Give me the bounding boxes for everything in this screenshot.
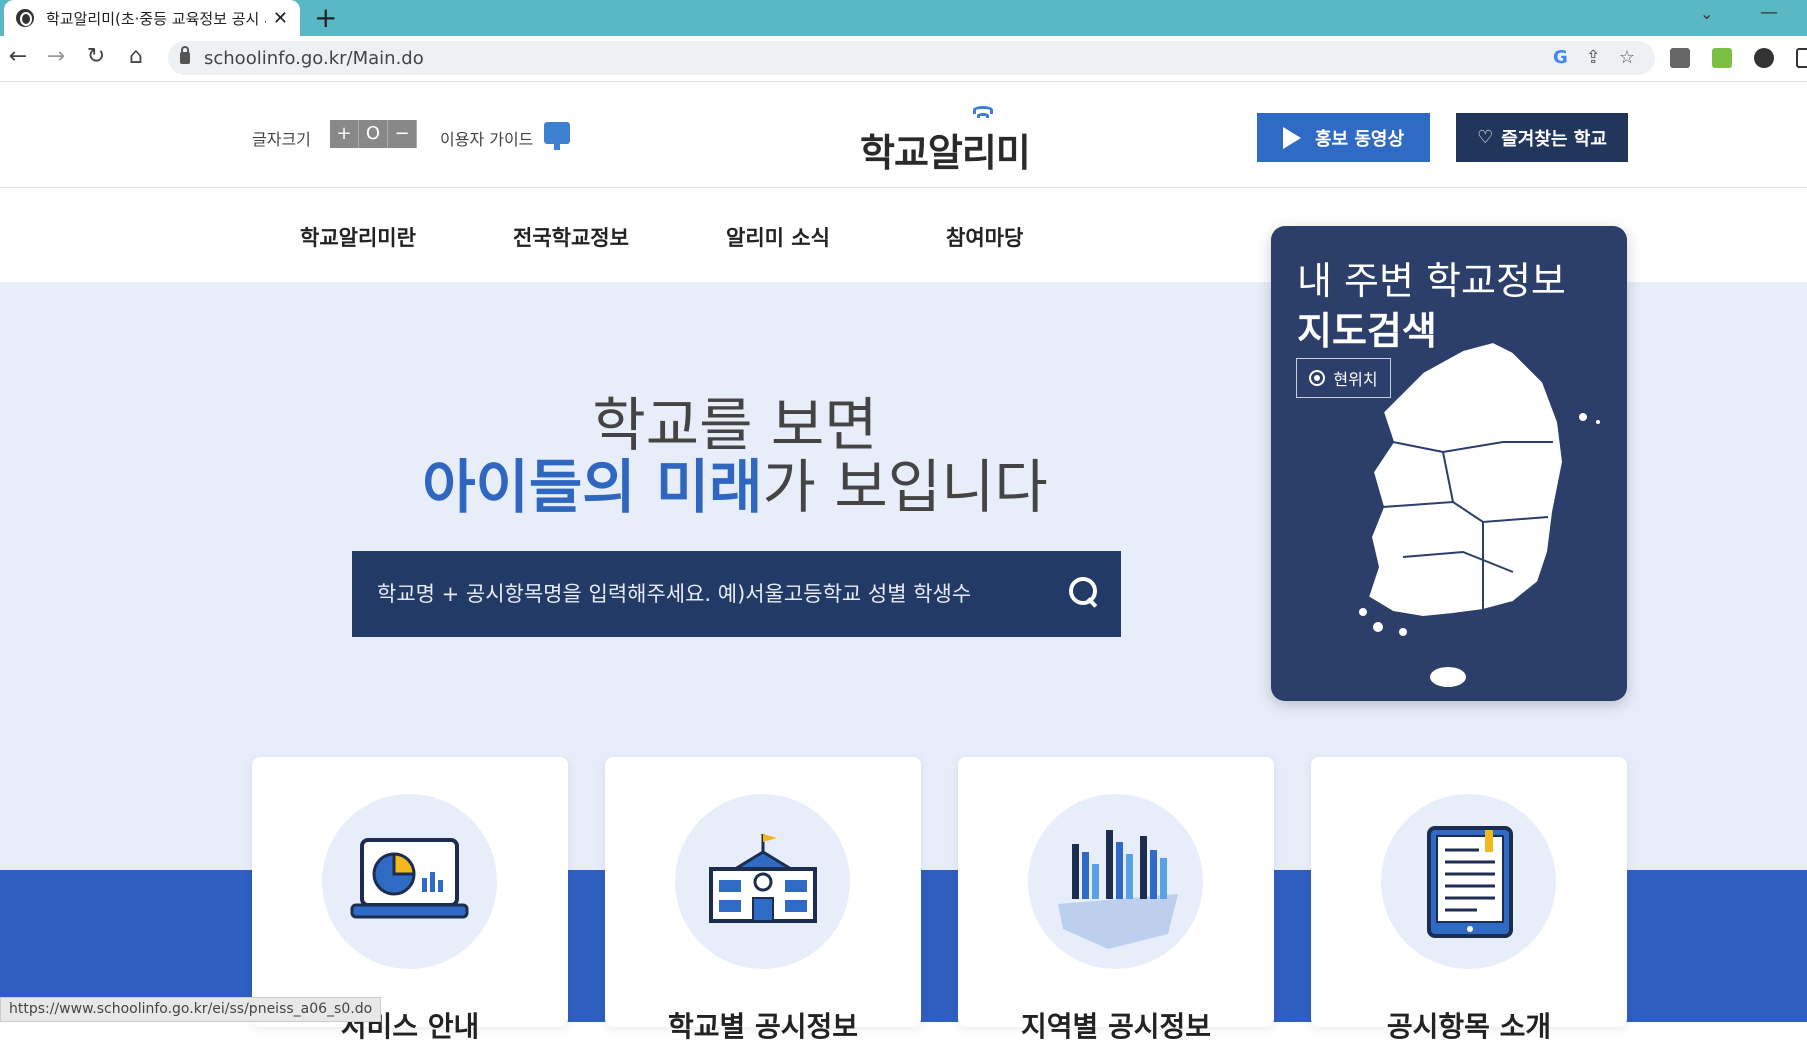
hero-headline-2: 아이들의 미래가 보입니다 (0, 440, 1470, 524)
card-title: 지역별 공시정보 (1020, 1010, 1212, 1043)
region-bar-chart-icon (1058, 830, 1178, 949)
site-logo[interactable]: 학교알리미 (860, 106, 1031, 177)
korea-map-icon[interactable] (1353, 342, 1607, 690)
extension-icon[interactable] (1712, 48, 1732, 68)
card-disclosure-items[interactable]: 공시항목 소개 (1311, 757, 1627, 1043)
promo-video-label: 홍보 동영상 (1314, 128, 1405, 150)
card-icon-bg (1028, 794, 1203, 969)
fontsize-decrease-button[interactable]: − (388, 120, 417, 148)
play-icon (1282, 126, 1301, 149)
globe-icon (16, 9, 34, 27)
card-title: 공시항목 소개 (1386, 1010, 1552, 1043)
puzzle-icon[interactable] (1754, 48, 1774, 68)
wifi-icon (971, 106, 995, 122)
star-icon[interactable]: ☆ (1619, 47, 1635, 68)
nav-item-news[interactable]: 알리미 소식 (726, 222, 830, 252)
hero-headline-rest: 가 보입니다 (762, 453, 1048, 521)
forward-icon[interactable]: → (42, 44, 70, 69)
address-bar: ← → ↻ ⌂ schoolinfo.go.kr/Main.do G ⇪ ☆ (0, 36, 1807, 82)
fontsize-controls: + O − (330, 120, 417, 148)
lock-icon (180, 46, 190, 64)
search-bar (352, 551, 1121, 637)
nav-item-participation[interactable]: 참여마당 (946, 222, 1023, 252)
extension-icon[interactable] (1670, 48, 1690, 68)
laptop-chart-icon (350, 838, 469, 919)
card-school-disclosure[interactable]: 학교별 공시정보 (605, 757, 921, 1043)
card-service-info[interactable]: 서비스 안내 (252, 757, 568, 1043)
heart-icon: ♡ (1477, 127, 1494, 148)
card-title: 학교별 공시정보 (667, 1010, 859, 1043)
reload-icon[interactable]: ↻ (82, 44, 110, 69)
chevron-down-icon[interactable]: ⌄ (1700, 4, 1713, 23)
monitor-icon[interactable] (544, 122, 570, 150)
map-card-title: 내 주변 학교정보 (1297, 259, 1566, 303)
url-text: schoolinfo.go.kr/Main.do (204, 47, 424, 69)
minimize-icon[interactable]: — (1760, 2, 1778, 23)
tab-title: 학교알리미(초·중등 교육정보 공시 서비스) (46, 9, 266, 28)
browser-tab-bar: 학교알리미(초·중등 교육정보 공시 서비스) ✕ + ⌄ — (0, 0, 1807, 36)
promo-video-button[interactable]: 홍보 동영상 (1257, 113, 1430, 162)
search-input[interactable] (377, 582, 1037, 606)
close-icon[interactable]: ✕ (273, 8, 288, 29)
logo-text: 학교알리미 (860, 131, 1031, 175)
home-icon[interactable]: ⌂ (122, 44, 150, 69)
status-bar-url: https://www.schoolinfo.go.kr/ei/ss/pneis… (0, 997, 382, 1022)
card-icon-bg (675, 794, 850, 969)
fontsize-reset-button[interactable]: O (359, 120, 388, 148)
google-icon[interactable]: G (1553, 47, 1568, 68)
site-header: 글자크기 + O − 이용자 가이드 학교알리미 홍보 동영상 ♡ 즐겨찾는 학… (0, 82, 1807, 188)
card-icon-bg (322, 794, 497, 969)
sidebar-icon[interactable] (1796, 48, 1807, 68)
new-tab-button[interactable]: + (314, 1, 337, 34)
favorite-schools-label: 즐겨찾는 학교 (1501, 128, 1607, 150)
back-icon[interactable]: ← (4, 44, 32, 69)
user-guide-link[interactable]: 이용자 가이드 (440, 126, 533, 150)
browser-tab[interactable]: 학교알리미(초·중등 교육정보 공시 서비스) ✕ (4, 0, 300, 36)
school-building-icon (709, 834, 817, 923)
fontsize-label: 글자크기 (252, 130, 311, 149)
card-regional-disclosure[interactable]: 지역별 공시정보 (958, 757, 1274, 1043)
card-icon-bg (1381, 794, 1556, 969)
nav-item-about[interactable]: 학교알리미란 (300, 222, 416, 252)
share-icon[interactable]: ⇪ (1586, 47, 1601, 68)
hero-highlight: 아이들의 미래 (422, 453, 763, 521)
map-search-card[interactable]: 내 주변 학교정보 지도검색 현위치 (1271, 226, 1627, 701)
favorite-schools-button[interactable]: ♡ 즐겨찾는 학교 (1456, 113, 1628, 162)
url-input[interactable]: schoolinfo.go.kr/Main.do G ⇪ ☆ (168, 41, 1655, 75)
nav-item-school-info[interactable]: 전국학교정보 (513, 222, 629, 252)
document-tablet-icon (1427, 826, 1513, 938)
location-target-icon (1309, 370, 1326, 386)
search-icon[interactable] (1069, 577, 1099, 607)
fontsize-increase-button[interactable]: + (330, 120, 359, 148)
